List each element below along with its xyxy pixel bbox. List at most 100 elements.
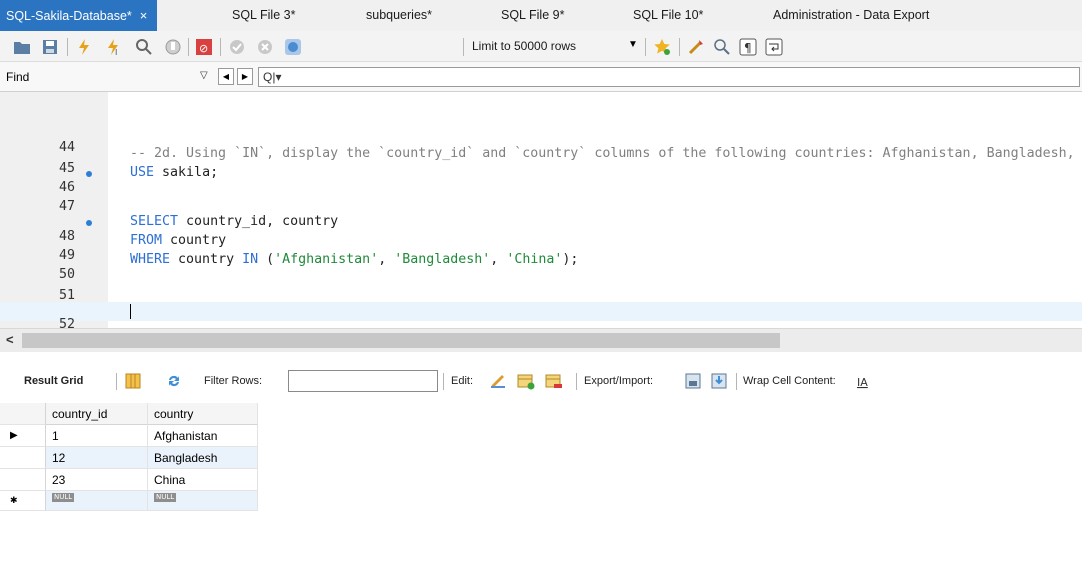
filter-rows-input[interactable] [288,370,438,392]
find-replace-icon[interactable] [712,37,732,57]
sql-editor[interactable]: 44 45 -- 2d. Using `IN`, display the `co… [0,92,1082,328]
toolbar-separator [188,38,189,56]
line-number: 52 [58,317,75,328]
editor-horizontal-scrollbar[interactable]: < [0,328,1082,352]
toggle-error-icon[interactable]: ⊘ [194,37,214,57]
sql-string: 'Bangladesh' [394,252,491,267]
tab-label: Administration - Data Export [773,8,930,22]
tab-subqueries[interactable]: subqueries* [366,0,432,31]
editor-tab-bar: SQL-Sakila-Database* × SQL File 3* subque… [0,0,1082,31]
find-input[interactable]: Q|▾ [258,67,1080,87]
toolbar-separator [736,373,737,390]
invisible-chars-icon[interactable]: ¶ [738,37,758,57]
tab-label: subqueries* [366,8,433,22]
code-line: 50 WHERE country IN ('Afghanistan', 'Ban… [0,252,1082,282]
sql-text: country_id, country [178,214,339,229]
cell-country[interactable]: NULL [148,491,258,511]
statement-marker-icon [86,220,92,226]
wrap-icon[interactable] [764,37,784,57]
find-bar: Find ▽ ◀ ▶ Q|▾ [0,62,1082,92]
explain-icon[interactable] [134,37,154,57]
code-line-current: 52 [0,302,1082,328]
find-previous-button[interactable]: ◀ [218,68,234,85]
column-header-country[interactable]: country [148,403,258,425]
toolbar-separator [679,38,680,56]
grid-view-icon[interactable] [124,372,142,390]
sql-statement: SELECT country_id, country [130,214,338,229]
open-folder-icon[interactable] [12,37,32,57]
tab-sql-file-10[interactable]: SQL File 10* [633,0,703,31]
row-indicator[interactable]: ✱ [0,491,46,511]
new-row-icon: ✱ [10,495,18,505]
cell-country[interactable]: Afghanistan [148,425,258,447]
sql-text: country [170,252,243,267]
find-select[interactable]: Find [6,70,29,84]
export-import-label: Export/Import: [584,375,654,387]
edit-label: Edit: [451,375,474,387]
refresh-icon[interactable] [165,372,183,390]
sql-keyword: USE [130,165,155,180]
execute-current-icon[interactable]: I [104,37,124,57]
chevron-down-icon[interactable]: ▼ [628,39,638,50]
wrap-cell-content-label: Wrap Cell Content: [743,375,836,387]
code-line: 51 [0,273,1082,303]
row-indicator[interactable] [0,447,46,469]
sql-string: 'Afghanistan' [274,252,379,267]
cell-country[interactable]: Bangladesh [148,447,258,469]
result-toolbar: Result Grid Filter Rows: Edit: Export/Im… [0,352,1082,400]
tab-close-icon[interactable]: × [140,8,148,23]
tab-sql-sakila-database[interactable]: SQL-Sakila-Database* × [0,0,158,31]
export-icon[interactable] [685,372,703,390]
edit-row-icon[interactable] [489,372,507,390]
svg-text:¶: ¶ [744,41,752,55]
svg-text:⊘: ⊘ [199,42,208,55]
cell-country[interactable]: China [148,469,258,491]
find-next-button[interactable]: ▶ [237,68,253,85]
code-line: 46 USE sakila; [0,165,1082,195]
commit-icon[interactable] [227,37,247,57]
code-line: 47 [0,184,1082,214]
column-header-country-id[interactable]: country_id [46,403,148,425]
rollback-icon[interactable] [255,37,275,57]
delete-row-icon[interactable] [545,372,563,390]
sql-keyword: WHERE [130,252,171,267]
wrap-cell-icon[interactable]: IA [856,374,874,392]
toolbar-separator [645,38,646,56]
sql-keyword: FROM [130,233,163,248]
filter-rows-label: Filter Rows: [204,375,263,387]
scroll-left-icon[interactable]: < [6,332,14,347]
cell-country-id[interactable]: 12 [46,447,148,469]
row-indicator[interactable] [0,469,46,491]
toolbar-separator [116,373,117,390]
code-line: 48 SELECT country_id, country [0,214,1082,244]
stop-icon[interactable] [163,37,183,57]
sql-text: ); [562,252,579,267]
code-line: 45 -- 2d. Using `IN`, display the `count… [0,146,1082,176]
save-icon[interactable] [40,37,60,57]
autocommit-icon[interactable] [283,37,303,57]
tab-label: SQL File 9* [501,8,565,22]
limit-rows-select[interactable]: Limit to 50000 rows [472,39,576,53]
tab-sql-file-9[interactable]: SQL File 9* [501,0,564,31]
toolbar-separator [576,373,577,390]
toolbar-separator [67,38,68,56]
cell-country-id[interactable]: 1 [46,425,148,447]
add-row-icon[interactable] [517,372,535,390]
bookmark-star-icon[interactable] [652,37,672,57]
sql-text: , [378,252,395,267]
execute-icon[interactable] [74,37,94,57]
result-grid-label[interactable]: Result Grid [24,375,83,387]
sql-keyword: IN [242,252,259,267]
svg-text:I: I [115,48,117,56]
scrollbar-thumb[interactable] [22,333,780,348]
tab-sql-file-3[interactable]: SQL File 3* [232,0,295,31]
beautify-icon[interactable] [686,37,706,57]
row-indicator[interactable]: ▶ [0,425,46,447]
chevron-down-icon[interactable]: ▽ [200,70,208,81]
sql-statement: WHERE country IN ('Afghanistan', 'Bangla… [130,252,578,267]
cell-country-id[interactable]: NULL [46,491,148,511]
tab-administration-data-export[interactable]: Administration - Data Export [773,0,929,31]
cell-country-id[interactable]: 23 [46,469,148,491]
tab-label: SQL File 3* [232,8,296,22]
import-icon[interactable] [711,372,729,390]
